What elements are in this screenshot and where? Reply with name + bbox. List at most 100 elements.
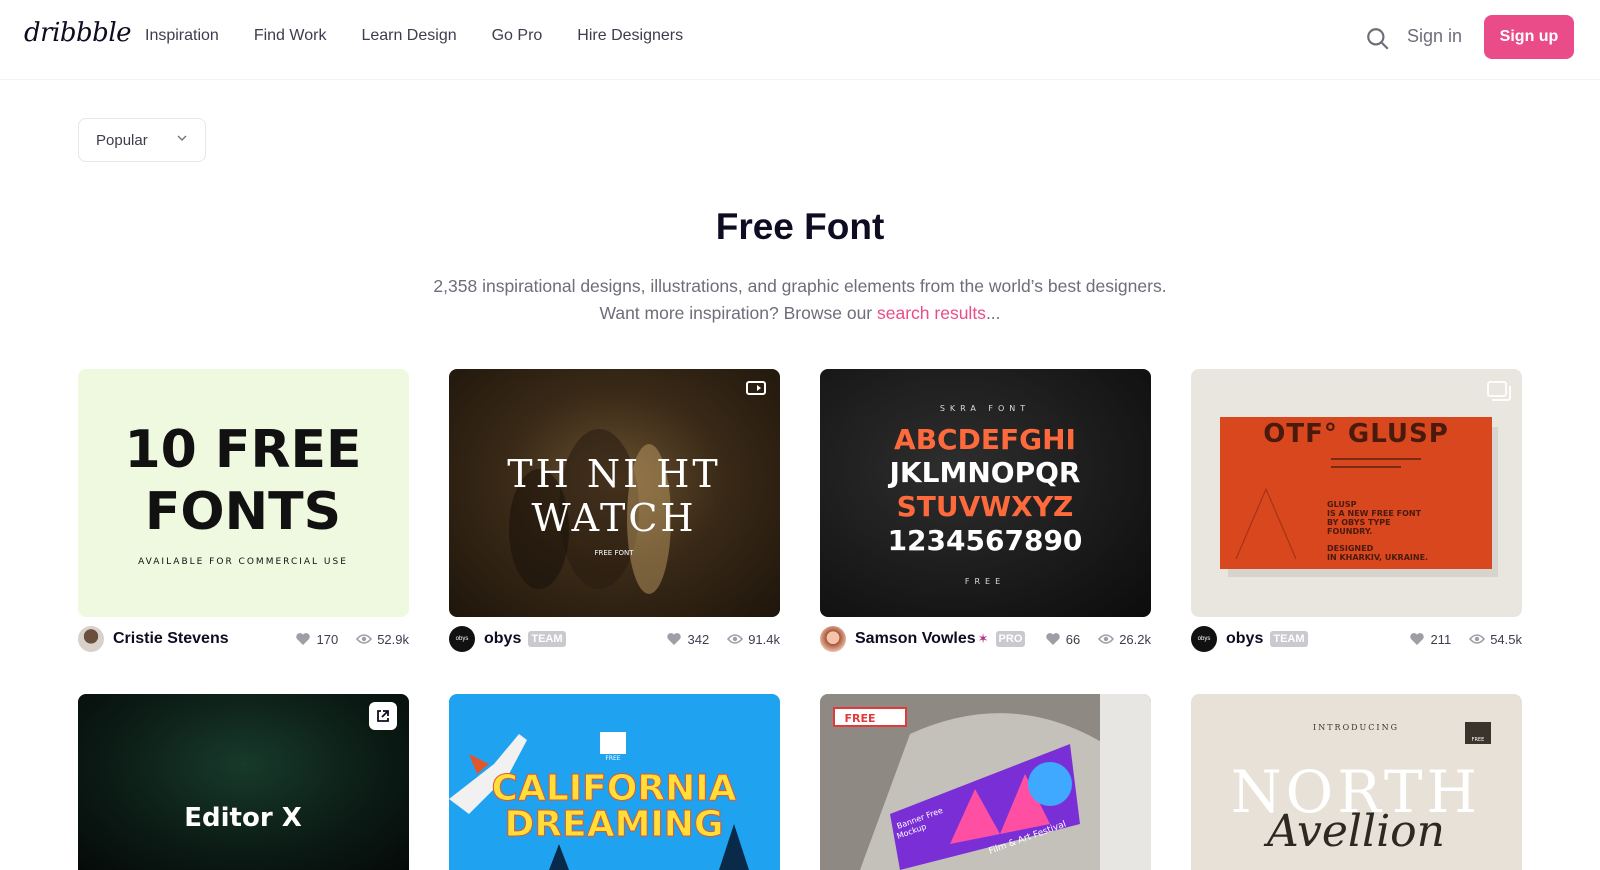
art-line-1: 10 FREE [124,420,361,480]
art-body-3: BY OBYS TYPE [1327,518,1391,527]
art-line-2: FONTS [145,482,341,542]
art-row-3: STUVWXYZ [897,490,1074,523]
video-icon [746,381,766,395]
avatar[interactable]: obys [1191,626,1217,652]
shot-meta: obys obys TEAM 342 91.4k [449,626,780,652]
subtitle-suffix: ... [985,303,1001,323]
shot-thumbnail[interactable]: OTF° GLUSP GLUSP IS A NEW FREE FONT BY O… [1191,369,1522,617]
views-count: 52.9k [377,631,409,647]
main-nav: Inspiration Find Work Learn Design Go Pr… [145,27,683,45]
shot-stats: 211 54.5k [1409,632,1522,647]
shot-thumbnail[interactable]: FREE Banner Free Mockup Film & Art Festi… [820,694,1151,870]
shot-meta: Samson Vowles ✶ PRO 66 26.2k [820,626,1151,652]
art-headline: OTF° GLUSP [1263,419,1449,449]
avatar[interactable] [78,626,104,652]
shot-meta: obys obys TEAM 211 54.5k [1191,626,1522,652]
nav-item-find-work[interactable]: Find Work [254,27,327,45]
art-tag: FREE [1472,737,1485,743]
page-subtitle: 2,358 inspirational designs, illustratio… [0,273,1600,327]
views-count: 54.5k [1490,631,1522,647]
author-name[interactable]: obys [1226,630,1263,648]
pro-badge: PRO [995,631,1026,647]
art-text: Editor X [184,803,302,833]
heart-icon[interactable] [666,632,682,646]
page-title: Free Font [715,206,885,247]
art-line-1: CALIFORNIA [492,768,737,809]
shot-thumbnail[interactable]: TH NI HT WATCH FREE FONT [449,369,780,617]
heart-icon[interactable] [295,632,311,646]
subtitle-line-2: Want more inspiration? Browse our search… [0,300,1600,327]
sign-in-link[interactable]: Sign in [1407,26,1462,47]
avatar[interactable] [820,626,846,652]
art-row-1: ABCDEFGHI [894,423,1076,456]
art-body-1: GLUSP [1327,500,1357,509]
likes-count: 170 [316,631,339,647]
author-name[interactable]: Samson Vowles [855,630,976,648]
sign-up-button[interactable]: Sign up [1484,15,1574,59]
shot-artwork: Editor X [184,803,302,833]
shot-thumbnail[interactable]: 10 FREE FONTS AVAILABLE FOR COMMERCIAL U… [78,369,409,617]
shot-thumbnail[interactable]: FREE CALIFORNIA DREAMING [449,694,780,870]
art-caption: FREE FONT [594,549,634,557]
shot-artwork: TH NI HT WATCH FREE FONT [507,429,720,594]
subtitle-line-1: 2,358 inspirational designs, illustratio… [433,276,1167,296]
shot-thumbnail[interactable]: INTRODUCING FREE NORTH Avellion [1191,694,1522,870]
avatar[interactable]: obys [449,626,475,652]
heart-icon[interactable] [1409,632,1425,646]
eye-icon [356,634,373,644]
nav-item-learn-design[interactable]: Learn Design [361,27,456,45]
sort-filter-dropdown[interactable]: Popular [78,118,206,162]
art-script: Avellion [1263,806,1445,857]
heart-icon[interactable] [1045,632,1061,646]
author-name[interactable]: obys [484,630,521,648]
shot-thumbnail[interactable]: SKRA FONT ABCDEFGHI JKLMNOPQR STUVWXYZ 1… [820,369,1151,617]
external-link-icon[interactable] [369,702,397,730]
shot-artwork: OTF° GLUSP GLUSP IS A NEW FREE FONT BY O… [1220,417,1498,577]
shot-artwork: FREE CALIFORNIA DREAMING [449,732,749,870]
likes-count: 211 [1430,631,1452,647]
art-tag: FREE [605,755,620,762]
art-row-4: 1234567890 [888,524,1083,557]
dancer-emoji-icon: ✶ [977,631,989,646]
team-badge: TEAM [528,631,566,647]
chevron-down-icon [177,135,187,141]
views-count: 26.2k [1119,631,1151,647]
search-results-link[interactable]: search results [877,303,986,323]
search-icon[interactable] [1365,26,1391,52]
art-line-1: TH NI HT [507,452,720,496]
subtitle-prefix: Want more inspiration? Browse our [599,303,877,323]
art-tag: FREE [844,712,875,725]
nav-item-go-pro[interactable]: Go Pro [492,27,543,45]
team-badge: TEAM [1270,631,1308,647]
shot-stats: 342 91.4k [666,632,780,647]
art-body-2: IS A NEW FREE FONT [1327,509,1422,518]
art-row-2: JKLMNOPQR [888,456,1081,489]
eye-icon [1469,634,1486,644]
nav-item-inspiration[interactable]: Inspiration [145,27,219,45]
shot-thumbnail[interactable]: Editor X [78,694,409,870]
shot-stats: 170 52.9k [295,632,409,647]
shot-meta: Cristie Stevens 170 52.9k [78,626,409,652]
dribbble-logo[interactable]: dribbble [24,18,132,48]
art-body-6: IN KHARKIV, UKRAINE. [1327,553,1428,562]
art-line-2: WATCH [531,496,696,540]
nav-item-hire-designers[interactable]: Hire Designers [577,27,683,45]
shot-artwork: SKRA FONT ABCDEFGHI JKLMNOPQR STUVWXYZ 1… [888,404,1083,586]
multi-image-icon [1487,381,1511,401]
art-top: SKRA FONT [940,404,1030,413]
art-body-4: FOUNDRY. [1327,527,1372,536]
likes-count: 66 [1065,631,1081,647]
likes-count: 342 [687,631,710,647]
art-body-5: DESIGNED [1327,544,1374,553]
top-header: dribbble Inspiration Find Work Learn Des… [0,0,1600,80]
art-bottom: FREE [965,577,1005,586]
art-caption: AVAILABLE FOR COMMERCIAL USE [138,557,348,567]
eye-icon [727,634,744,644]
shot-artwork: 10 FREE FONTS AVAILABLE FOR COMMERCIAL U… [124,420,361,567]
art-line-2: DREAMING [505,804,724,845]
author-name[interactable]: Cristie Stevens [113,630,229,648]
eye-icon [1098,634,1115,644]
views-count: 91.4k [748,631,780,647]
sort-filter-value: Popular [96,131,148,149]
shot-artwork: FREE Banner Free Mockup Film & Art Festi… [820,694,1151,870]
